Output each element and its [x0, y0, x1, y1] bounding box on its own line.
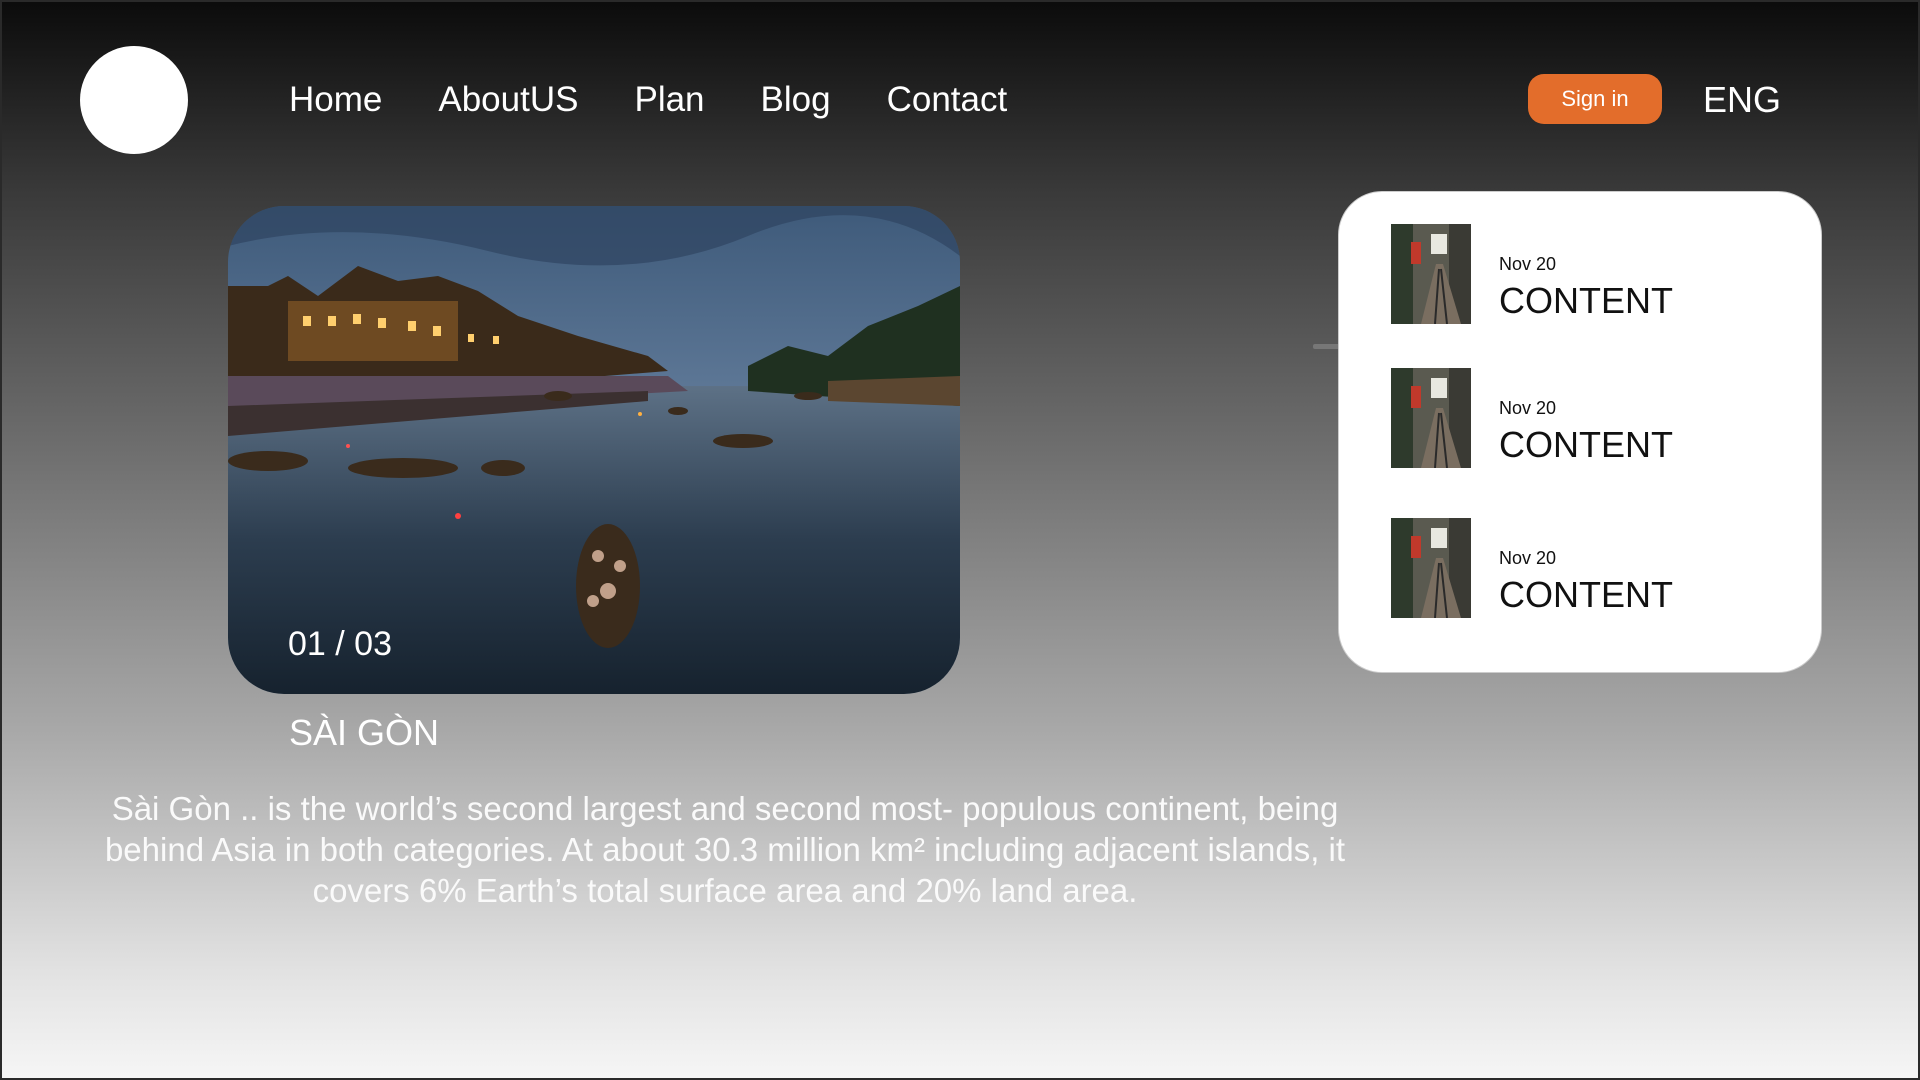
content-item[interactable]: Nov 20 CONTENT	[1391, 518, 1791, 618]
nav-contact[interactable]: Contact	[887, 78, 1008, 122]
content-title: CONTENT	[1499, 280, 1673, 321]
content-thumbnail	[1391, 518, 1471, 618]
city-title: SÀI GÒN	[289, 712, 440, 753]
content-date: Nov 20	[1499, 398, 1557, 418]
main-nav: Home AboutUS Plan Blog Contact	[289, 78, 1007, 122]
river-scene-image	[228, 206, 960, 694]
language-selector[interactable]: ENG	[1703, 78, 1781, 122]
city-description: Sài Gòn .. is the world’s second largest…	[104, 790, 1346, 909]
nav-home[interactable]: Home	[289, 78, 382, 122]
hero-image[interactable]: 01 / 03	[228, 206, 960, 694]
nav-blog[interactable]: Blog	[761, 78, 831, 122]
content-thumbnail	[1391, 368, 1471, 468]
content-date: Nov 20	[1499, 548, 1557, 568]
logo[interactable]	[80, 46, 188, 154]
content-title: CONTENT	[1499, 574, 1673, 615]
sign-in-button[interactable]: Sign in	[1528, 74, 1662, 124]
nav-plan[interactable]: Plan	[634, 78, 704, 122]
content-thumbnail	[1391, 224, 1471, 324]
content-date: Nov 20	[1499, 254, 1557, 274]
nav-aboutus[interactable]: AboutUS	[438, 78, 578, 122]
content-card: Nov 20 CONTENT Nov 20 CONTENT Nov 20 CON…	[1338, 191, 1822, 673]
slide-counter: 01 / 03	[288, 625, 392, 663]
content-title: CONTENT	[1499, 424, 1673, 465]
content-item[interactable]: Nov 20 CONTENT	[1391, 224, 1791, 324]
content-item[interactable]: Nov 20 CONTENT	[1391, 368, 1791, 468]
